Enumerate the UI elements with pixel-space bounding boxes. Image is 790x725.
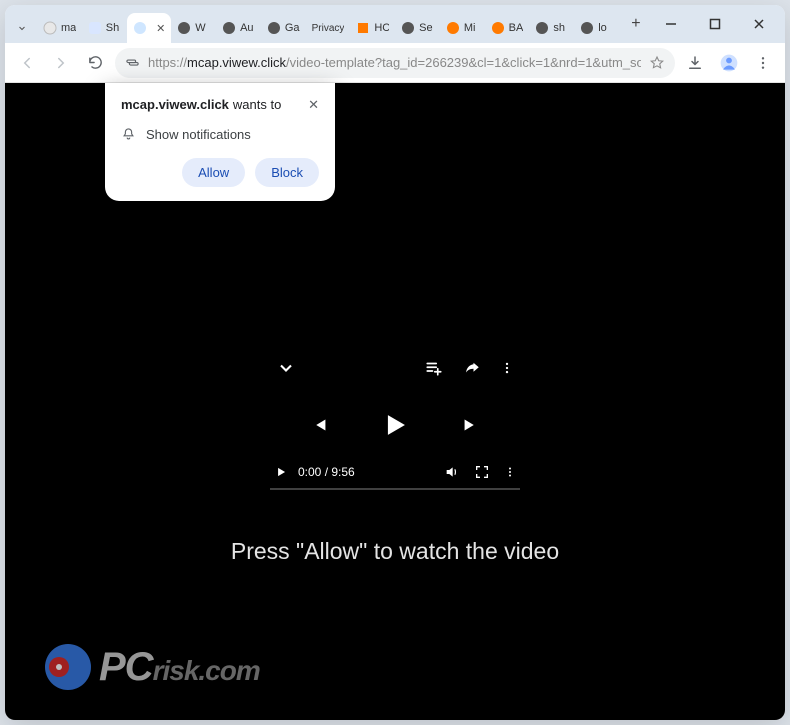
close-dialog-icon[interactable]: ✕ xyxy=(308,97,319,113)
watermark-text: PCrisk.com xyxy=(99,643,260,690)
allow-button[interactable]: Allow xyxy=(182,158,245,187)
tab-8[interactable]: Se xyxy=(395,13,440,43)
downloads-button[interactable] xyxy=(681,49,709,77)
menu-button[interactable] xyxy=(749,49,777,77)
tab-11[interactable]: sh xyxy=(529,13,574,43)
notification-permission-dialog: mcap.viwew.click wants to ✕ Show notific… xyxy=(105,83,335,201)
tab-favicon xyxy=(43,21,57,35)
tab-label: W xyxy=(195,22,205,34)
tab-9[interactable]: Mi xyxy=(440,13,485,43)
skip-next-icon[interactable] xyxy=(460,414,482,436)
chevron-down-icon[interactable] xyxy=(276,358,296,378)
tab-12[interactable]: lo xyxy=(574,13,619,43)
close-window-button[interactable] xyxy=(737,5,781,43)
tab-label: Sh xyxy=(106,22,119,34)
tab-favicon xyxy=(580,21,594,35)
notification-line: Show notifications xyxy=(146,127,251,142)
profile-button[interactable] xyxy=(715,49,743,77)
tab-favicon xyxy=(222,21,236,35)
tab-label: sh xyxy=(553,22,565,34)
forward-button[interactable] xyxy=(47,49,75,77)
fullscreen-icon[interactable] xyxy=(474,464,490,480)
tab-label: HC xyxy=(374,22,389,34)
notification-wants-to: wants to xyxy=(233,97,281,112)
tab-label: Mi xyxy=(464,22,476,34)
block-button[interactable]: Block xyxy=(255,158,319,187)
tab-label: Privacy xyxy=(312,23,345,34)
watermark-logo-icon xyxy=(45,644,91,690)
tab-bar: ma Sh ✕ W Au Ga Privacy HC xyxy=(5,5,785,43)
tab-favicon xyxy=(88,21,102,35)
tab-favicon xyxy=(356,21,370,35)
more-vert-icon[interactable] xyxy=(500,359,514,377)
tab-favicon xyxy=(267,21,281,35)
url-text: https://mcap.viwew.click/video-template?… xyxy=(148,55,641,70)
tab-6[interactable]: Privacy xyxy=(306,13,351,43)
notification-origin: mcap.viwew.click xyxy=(121,97,229,112)
watermark: PCrisk.com xyxy=(45,643,260,690)
player-time: 0:00 / 9:56 xyxy=(298,465,355,479)
back-button[interactable] xyxy=(13,49,41,77)
tab-label: BA xyxy=(509,22,524,34)
play-icon[interactable] xyxy=(378,408,412,442)
bookmark-star-icon[interactable] xyxy=(649,55,665,71)
tab-favicon xyxy=(491,21,505,35)
tab-label: Au xyxy=(240,22,253,34)
instruction-message: Press "Allow" to watch the video xyxy=(5,538,785,565)
address-bar: https://mcap.viwew.click/video-template?… xyxy=(5,43,785,83)
reload-button[interactable] xyxy=(81,49,109,77)
maximize-button[interactable] xyxy=(693,5,737,43)
tab-3[interactable]: W xyxy=(171,13,216,43)
tab-1[interactable]: Sh xyxy=(82,13,127,43)
tab-4[interactable]: Au xyxy=(216,13,261,43)
bell-icon xyxy=(121,127,136,142)
minimize-button[interactable] xyxy=(649,5,693,43)
share-icon[interactable] xyxy=(462,359,482,377)
page-content: mcap.viwew.click wants to ✕ Show notific… xyxy=(5,83,785,720)
tab-10[interactable]: BA xyxy=(485,13,530,43)
tab-label: Ga xyxy=(285,22,300,34)
tab-favicon xyxy=(446,21,460,35)
site-settings-icon[interactable] xyxy=(125,55,140,70)
tab-favicon xyxy=(177,21,191,35)
tab-label: Se xyxy=(419,22,432,34)
browser-window: ma Sh ✕ W Au Ga Privacy HC xyxy=(5,5,785,720)
url-box[interactable]: https://mcap.viwew.click/video-template?… xyxy=(115,48,675,78)
tab-label: ma xyxy=(61,22,76,34)
tab-7[interactable]: HC xyxy=(350,13,395,43)
more-vert-small-icon[interactable] xyxy=(504,464,516,480)
new-tab-button[interactable]: + xyxy=(623,11,649,37)
small-play-icon[interactable] xyxy=(274,465,288,479)
tab-favicon xyxy=(401,21,415,35)
tab-search[interactable] xyxy=(9,13,37,43)
window-controls xyxy=(649,5,781,43)
skip-previous-icon[interactable] xyxy=(308,414,330,436)
chevron-down-icon xyxy=(15,21,29,35)
tab-0[interactable]: ma xyxy=(37,13,82,43)
tab-label: lo xyxy=(598,22,607,34)
volume-icon[interactable] xyxy=(444,464,460,480)
tab-favicon xyxy=(133,21,147,35)
close-tab-icon[interactable]: ✕ xyxy=(156,22,165,35)
playlist-add-icon[interactable] xyxy=(424,359,444,377)
tab-favicon xyxy=(535,21,549,35)
fake-video-player: 0:00 / 9:56 xyxy=(270,358,520,490)
tab-2-active[interactable]: ✕ xyxy=(127,13,172,43)
tab-5[interactable]: Ga xyxy=(261,13,306,43)
